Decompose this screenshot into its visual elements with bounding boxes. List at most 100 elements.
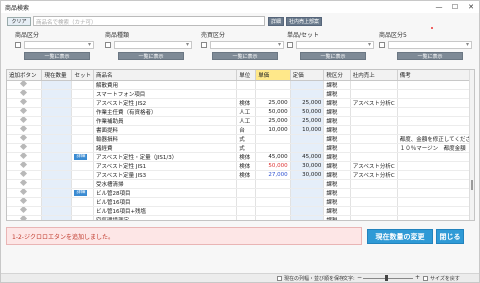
filter-dropdown[interactable] (388, 41, 472, 49)
add-diamond-icon[interactable] (19, 134, 28, 142)
table-row[interactable]: ビル管16項目+残塩 課税 (7, 206, 474, 216)
add-diamond-icon[interactable] (19, 143, 28, 151)
filter-dropdown[interactable] (210, 41, 284, 49)
filter-checkbox[interactable] (379, 42, 385, 48)
column-header[interactable]: 備考 (397, 70, 474, 81)
quantity-cell[interactable] (41, 89, 73, 99)
quantity-cell[interactable] (41, 170, 73, 180)
table-row[interactable]: 空気環境測定 課税 (7, 215, 474, 220)
set-cell[interactable]: 詳細 (71, 152, 94, 162)
clear-button[interactable]: クリア (7, 16, 31, 26)
add-diamond-icon[interactable] (19, 197, 28, 205)
table-row[interactable]: 解散費用 課税 (7, 80, 474, 90)
add-cell[interactable] (7, 197, 43, 207)
table-row[interactable]: 輸器損料式 課税 都度、金額を修正してくださ (7, 134, 474, 144)
column-header[interactable]: 単位 (236, 70, 257, 81)
quantity-cell[interactable] (41, 98, 73, 108)
table-row[interactable]: アスベスト定性 JIS1 検体 50,000 30,000 課税 アスベスト分析C (7, 161, 474, 171)
add-diamond-icon[interactable] (19, 188, 28, 196)
zoom-in-icon[interactable]: + (415, 274, 420, 281)
close-icon[interactable]: ✕ (463, 1, 479, 13)
quantity-cell[interactable] (41, 116, 73, 126)
column-header[interactable]: 単価 (255, 70, 291, 81)
filter-show-button[interactable]: 一覧に表示 (397, 52, 463, 60)
add-cell[interactable] (7, 80, 43, 90)
zoom-out-icon[interactable]: − (357, 274, 362, 281)
table-row[interactable]: 作業補助員 人工 25,000 25,000 課税 (7, 116, 474, 126)
quantity-cell[interactable] (41, 125, 73, 135)
add-cell[interactable] (7, 143, 43, 153)
quantity-cell[interactable] (41, 143, 73, 153)
add-cell[interactable] (7, 134, 43, 144)
column-header[interactable]: 追加ボタン (7, 70, 43, 81)
filter-checkbox[interactable] (15, 42, 21, 48)
add-cell[interactable] (7, 161, 43, 171)
column-header[interactable]: 税区分 (323, 70, 351, 81)
quantity-cell[interactable] (41, 107, 73, 117)
column-header[interactable]: 社内売上 (350, 70, 398, 81)
column-header[interactable]: 商品名 (93, 70, 238, 81)
add-diamond-icon[interactable] (19, 215, 28, 220)
add-diamond-icon[interactable] (19, 80, 28, 88)
quantity-cell[interactable] (41, 80, 73, 90)
filter-show-button[interactable]: 一覧に表示 (300, 52, 366, 60)
add-cell[interactable] (7, 98, 43, 108)
scrollbar-thumb[interactable] (471, 180, 473, 190)
column-header[interactable]: セット (71, 70, 94, 81)
add-diamond-icon[interactable] (19, 170, 28, 178)
add-diamond-icon[interactable] (19, 179, 28, 187)
add-cell[interactable] (7, 179, 43, 189)
quantity-cell[interactable] (41, 134, 73, 144)
quantity-cell[interactable] (41, 215, 73, 220)
slider-knob[interactable] (385, 275, 388, 281)
filter-checkbox[interactable] (287, 42, 293, 48)
column-header[interactable]: 現在数量 (41, 70, 73, 81)
quantity-cell[interactable] (41, 152, 73, 162)
add-cell[interactable] (7, 206, 43, 216)
table-row[interactable]: 受水槽清掃 課税 (7, 179, 474, 189)
add-cell[interactable] (7, 215, 43, 220)
add-cell[interactable] (7, 116, 43, 126)
set-detail-badge[interactable]: 詳細 (74, 154, 88, 160)
table-row[interactable]: アスベスト定量 JIS3 検体 27,000 30,000 課税 アスベスト分析C (7, 170, 474, 180)
reset-size-checkbox[interactable] (423, 276, 428, 281)
change-quantity-button[interactable]: 現在数量の変更 (367, 229, 433, 244)
quantity-cell[interactable] (41, 161, 73, 171)
detail-button[interactable]: 詳細 (268, 16, 285, 26)
vertical-scrollbar[interactable] (469, 70, 474, 220)
add-diamond-icon[interactable] (19, 125, 28, 133)
filter-dropdown[interactable] (24, 41, 94, 49)
quantity-cell[interactable] (41, 179, 73, 189)
table-row[interactable]: スマートフォン項目 課税 (7, 89, 474, 99)
add-diamond-icon[interactable] (19, 107, 28, 115)
add-diamond-icon[interactable] (19, 116, 28, 124)
table-row[interactable]: 詳細 アスベスト定性・定量（JIS1/3） 検体 45,000 45,000 課税 (7, 152, 474, 162)
set-detail-badge[interactable]: 詳細 (74, 190, 88, 196)
save-layout-checkbox[interactable] (277, 276, 282, 281)
filter-show-button[interactable]: 一覧に表示 (212, 52, 278, 60)
table-row[interactable]: 諸経費式 課税 １０％マージン 都度金額 (7, 143, 474, 153)
filter-checkbox[interactable] (201, 42, 207, 48)
add-diamond-icon[interactable] (19, 98, 28, 106)
table-row[interactable]: 書面提料台 10,000 10,000 課税 (7, 125, 474, 135)
add-cell[interactable] (7, 125, 43, 135)
filter-dropdown[interactable] (296, 41, 374, 49)
add-cell[interactable] (7, 152, 43, 162)
add-cell[interactable] (7, 188, 43, 198)
quantity-cell[interactable] (41, 188, 73, 198)
filter-show-button[interactable]: 一覧に表示 (24, 52, 90, 60)
close-button[interactable]: 閉じる (436, 229, 464, 244)
column-header[interactable]: 定価 (290, 70, 325, 81)
table-row[interactable]: アスベスト定性 JIS2 検体 25,000 25,000 課税 アスベスト分析C (7, 98, 474, 108)
search-input[interactable]: 商品名で検索（カナ可） (33, 16, 265, 26)
add-cell[interactable] (7, 107, 43, 117)
set-cell[interactable]: 詳細 (71, 188, 94, 198)
minimize-icon[interactable]: — (431, 1, 447, 13)
filter-checkbox[interactable] (105, 42, 111, 48)
table-row[interactable]: 作業主任費（有資格者） 人工 50,000 50,000 課税 (7, 107, 474, 117)
font-size-slider[interactable] (363, 278, 413, 279)
table-row[interactable]: 詳細 ビル管28項目 課税 (7, 188, 474, 198)
internal-sales-button[interactable]: 社内売上部案 (286, 16, 323, 26)
quantity-cell[interactable] (41, 197, 73, 207)
add-diamond-icon[interactable] (19, 161, 28, 169)
